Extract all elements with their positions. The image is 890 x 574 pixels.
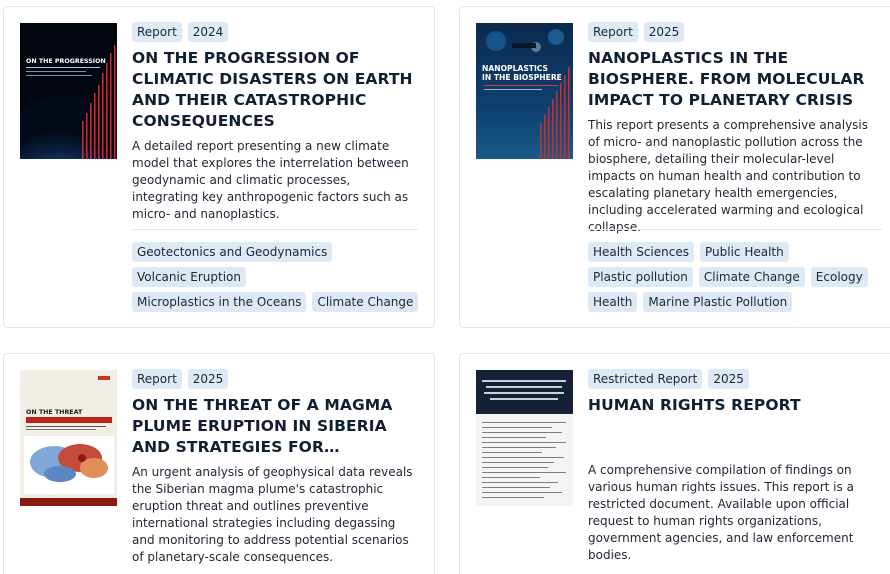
report-cover-image[interactable] — [476, 370, 573, 506]
report-card[interactable]: Restricted Report 2025 HUMAN RIGHTS REPO… — [459, 353, 890, 574]
report-description: An urgent analysis of geophysical data r… — [132, 465, 413, 564]
report-title[interactable]: ON THE THREAT OF A MAGMA PLUME ERUPTION … — [132, 395, 418, 458]
tag-list: Geotectonics and Geodynamics Volcanic Er… — [132, 242, 424, 312]
cover-title: ON THE PROGRESSION — [26, 58, 106, 65]
report-card[interactable]: NANOPLASTICS IN THE BIOSPHERE Report 202… — [459, 6, 890, 328]
tag-badge[interactable]: Ecology — [810, 267, 868, 287]
report-title[interactable]: NANOPLASTICS IN THE BIOSPHERE. FROM MOLE… — [588, 48, 882, 111]
type-badge: Report — [132, 369, 182, 389]
tag-badge[interactable]: Climate Change — [698, 267, 805, 287]
report-card[interactable]: ON THE PROGRESSION Report 2024 ON THE PR… — [3, 6, 435, 328]
year-badge: 2024 — [187, 22, 229, 42]
type-badge: Report — [132, 22, 182, 42]
report-description: A detailed report presenting a new clima… — [132, 139, 409, 221]
report-cover-image[interactable]: ON THE THREAT — [20, 370, 117, 506]
report-card[interactable]: ON THE THREAT Report 2025 ON THE THREAT … — [3, 353, 435, 574]
year-badge: 2025 — [187, 369, 229, 389]
tag-badge[interactable]: Health — [588, 292, 638, 312]
tag-badge[interactable]: Geotectonics and Geodynamics — [132, 242, 333, 262]
tag-badge[interactable]: Public Health — [700, 242, 789, 262]
tag-badge[interactable]: Marine Plastic Pollution — [643, 292, 793, 312]
cover-title: NANOPLASTICS — [482, 64, 548, 73]
year-badge: 2025 — [643, 22, 685, 42]
cover-title: IN THE BIOSPHERE — [482, 73, 562, 82]
tag-badge[interactable]: Volcanic Eruption — [132, 267, 246, 287]
divider — [132, 229, 418, 230]
cover-title: ON THE THREAT — [26, 409, 83, 416]
tag-list: Health Sciences Public Health Plastic po… — [588, 242, 888, 312]
tag-badge[interactable]: Microplastics in the Oceans — [132, 292, 307, 312]
report-title[interactable]: HUMAN RIGHTS REPORT — [588, 395, 882, 416]
report-title[interactable]: ON THE PROGRESSION OF CLIMATIC DISASTERS… — [132, 48, 418, 132]
report-description: This report presents a comprehensive ana… — [588, 118, 869, 234]
tag-badge[interactable]: Plastic pollution — [588, 267, 693, 287]
year-badge: 2025 — [708, 369, 749, 389]
report-description: A comprehensive compilation of findings … — [588, 463, 854, 562]
type-badge: Restricted Report — [588, 369, 703, 389]
divider — [588, 229, 882, 230]
tag-badge[interactable]: Climate Change — [312, 292, 419, 312]
type-badge: Report — [588, 22, 638, 42]
tag-badge[interactable]: Health Sciences — [588, 242, 694, 262]
report-cover-image[interactable]: NANOPLASTICS IN THE BIOSPHERE — [476, 23, 573, 159]
report-cover-image[interactable]: ON THE PROGRESSION — [20, 23, 117, 159]
